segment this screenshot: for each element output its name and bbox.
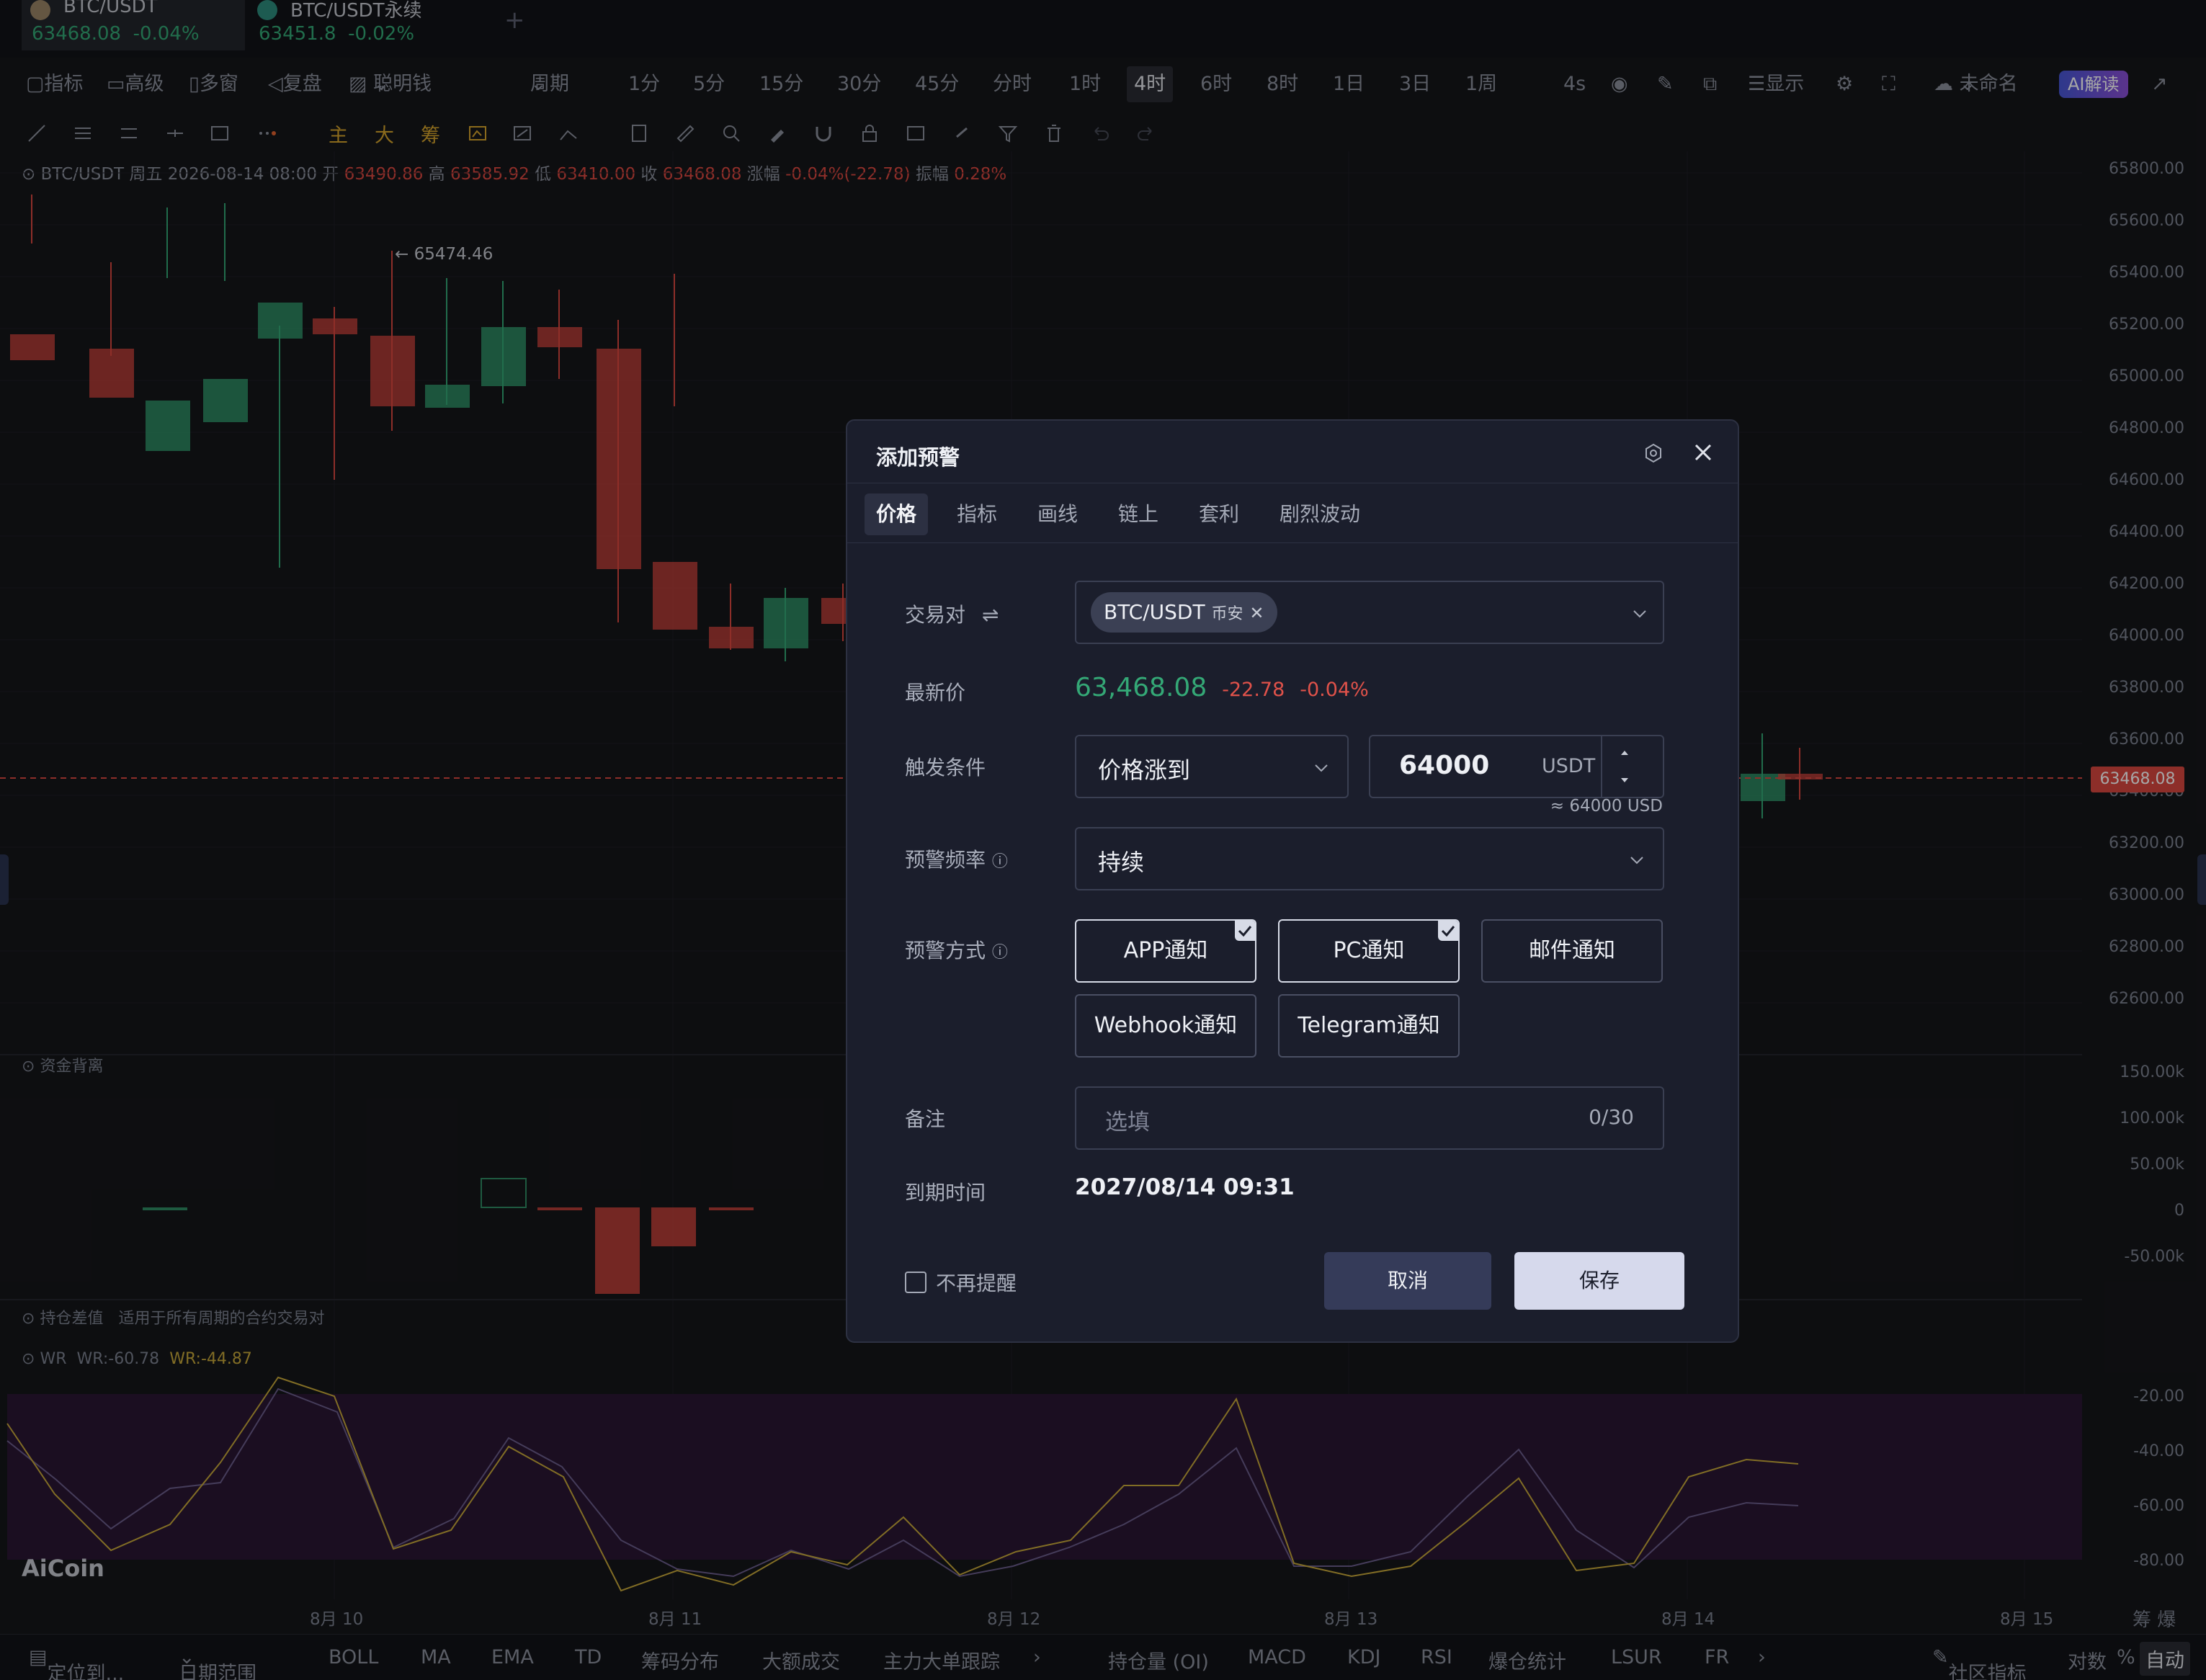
app-notify-option[interactable]: APP通知 [1075,919,1256,983]
frequency-select[interactable]: 持续 [1075,827,1664,890]
target-price-input[interactable]: 64000 USDT [1369,735,1664,798]
pair-chip: BTC/USDT 币安 ✕ [1091,592,1277,633]
usd-hint: ≈ 64000 USD [1550,797,1663,816]
dialog-title: 添加预警 [876,445,960,470]
tab-price[interactable]: 价格 [865,493,929,535]
close-icon[interactable] [1692,441,1715,464]
telegram-notify-option[interactable]: Telegram通知 [1278,994,1460,1058]
tab-indicator[interactable]: 指标 [945,493,1009,535]
expire-label: 到期时间 [905,1181,986,1205]
remark-counter: 0/30 [1589,1105,1634,1129]
pair-select[interactable]: BTC/USDT 币安 ✕ [1075,581,1664,644]
settings-icon[interactable] [1643,442,1664,464]
add-alert-dialog: 添加预警 价格 指标 画线 链上 套利 剧烈波动 交易对 ⇌ BTC/USDT … [846,419,1739,1343]
checkbox-box[interactable] [905,1272,926,1293]
check-icon [1235,921,1255,941]
tab-drawing[interactable]: 画线 [1026,493,1089,535]
frequency-label: 预警频率 ⓘ [905,848,1008,872]
chevron-down-icon [1315,764,1328,772]
remove-pair-icon[interactable]: ✕ [1249,603,1264,623]
save-button[interactable]: 保存 [1514,1252,1684,1310]
decrement-icon[interactable] [1614,769,1635,791]
alert-type-tabs: 价格 指标 画线 链上 套利 剧烈波动 [847,483,1738,543]
tab-onchain[interactable]: 链上 [1107,493,1170,535]
email-notify-option[interactable]: 邮件通知 [1481,919,1663,983]
trigger-select[interactable]: 价格涨到 [1075,735,1349,798]
swap-icon[interactable]: ⇌ [982,603,999,627]
trigger-label: 触发条件 [905,756,986,779]
help-icon[interactable]: ⓘ [992,853,1008,871]
chevron-down-icon [1633,610,1646,618]
pc-notify-option[interactable]: PC通知 [1278,919,1460,983]
expire-value: 2027/08/14 09:31 [1075,1174,1295,1200]
cancel-button[interactable]: 取消 [1324,1252,1491,1310]
latest-price: 63,468.08 -22.78 -0.04% [1075,673,1369,702]
remark-input[interactable]: 选填 0/30 [1075,1086,1664,1150]
remark-label: 备注 [905,1107,946,1131]
check-icon [1438,921,1458,941]
latest-price-label: 最新价 [905,681,966,705]
tab-arbitrage[interactable]: 套利 [1187,493,1251,535]
tab-volatility[interactable]: 剧烈波动 [1268,493,1372,535]
chevron-down-icon [1630,857,1643,864]
webhook-notify-option[interactable]: Webhook通知 [1075,994,1256,1058]
help-icon[interactable]: ⓘ [992,944,1008,962]
method-label: 预警方式 ⓘ [905,939,1008,962]
dont-remind-checkbox[interactable]: 不再提醒 [905,1268,1017,1297]
pair-label: 交易对 ⇌ [905,603,999,627]
increment-icon[interactable] [1614,742,1635,764]
